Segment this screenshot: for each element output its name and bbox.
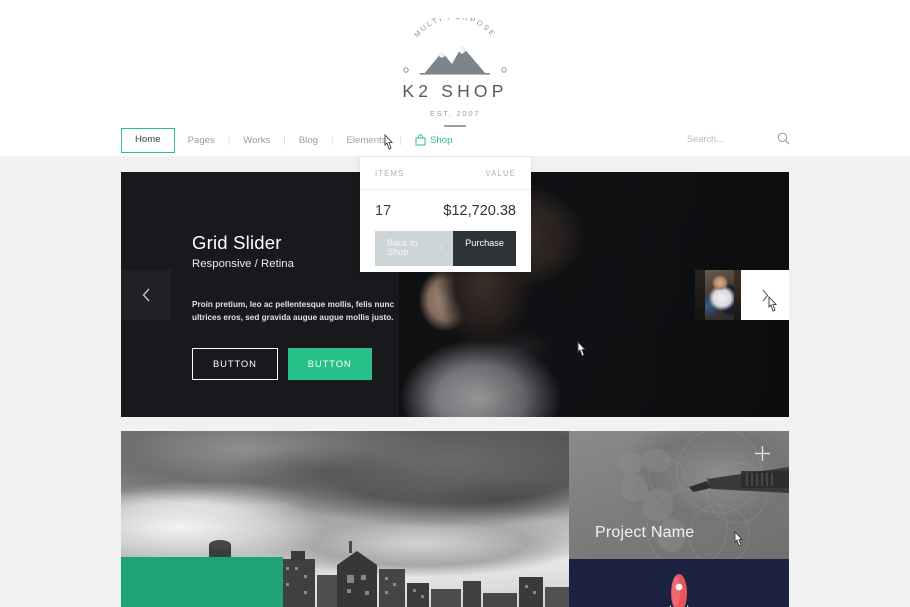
slider-prev-button[interactable]: [121, 270, 171, 320]
slide-button-outline[interactable]: BUTTON: [192, 347, 278, 380]
chevron-left-icon: [142, 288, 149, 302]
nav-item-shop[interactable]: Shop: [402, 134, 452, 146]
nav-item-elements[interactable]: Elements: [334, 135, 400, 146]
cart-total-value: $12,720.38: [443, 203, 516, 219]
cart-dropdown-panel: ITEMS VALUE 17 $12,720.38 Back to Shop ›…: [360, 157, 531, 272]
slide-buttons: BUTTON BUTTON: [192, 347, 452, 380]
page-root: MULTI PURPOSE K2 SHOP EST. 2007 Home Pag…: [0, 0, 910, 607]
cart-items-count: 17: [375, 203, 392, 219]
thumbnail-right-edge: [734, 270, 741, 320]
main-navigation: Home Pages | Works | Blog | Elements | S…: [121, 128, 452, 153]
logo-wordmark: K2 SHOP: [402, 81, 508, 101]
chevron-right-icon: [762, 289, 769, 301]
search-input[interactable]: [687, 133, 747, 144]
svg-text:MULTI PURPOSE: MULTI PURPOSE: [412, 18, 498, 39]
slide-paragraph: Proin pretium, leo ac pellentesque molli…: [192, 300, 395, 323]
shopping-bag-icon: [415, 134, 426, 146]
purchase-button[interactable]: Purchase: [453, 231, 516, 267]
portfolio-grid: Project Name: [121, 431, 789, 607]
search-area: [687, 132, 790, 145]
slider-next-group: [695, 270, 789, 320]
logo-divider: [444, 125, 466, 127]
nav-item-works[interactable]: Works: [230, 135, 283, 146]
back-to-shop-label: Back to Shop: [387, 238, 418, 258]
rocket-illustration[interactable]: [569, 559, 789, 607]
project-tile[interactable]: Project Name: [569, 431, 789, 559]
project-name-label: Project Name: [595, 524, 695, 541]
cart-value-label: VALUE: [485, 168, 516, 178]
cart-items-label: ITEMS: [375, 168, 405, 178]
green-color-block[interactable]: [121, 557, 283, 607]
slide-thumbnail-man-on-sofa[interactable]: [695, 270, 741, 320]
logo-arc-text: MULTI PURPOSE: [412, 18, 496, 39]
slider-next-button[interactable]: [741, 270, 789, 320]
site-logo[interactable]: MULTI PURPOSE K2 SHOP EST. 2007: [0, 18, 910, 127]
cart-summary-row: 17 $12,720.38: [360, 190, 531, 219]
nav-item-pages[interactable]: Pages: [175, 135, 228, 146]
logo-badge: MULTI PURPOSE: [396, 18, 514, 80]
nav-item-home[interactable]: Home: [121, 128, 175, 153]
mountain-icon: MULTI PURPOSE: [403, 18, 507, 75]
chevron-right-icon: ›: [439, 243, 443, 253]
plus-icon[interactable]: [754, 445, 771, 462]
nav-item-blog[interactable]: Blog: [286, 135, 331, 146]
site-header: MULTI PURPOSE K2 SHOP EST. 2007 Home Pag…: [0, 0, 910, 156]
logo-established: EST. 2007: [429, 109, 481, 118]
nav-item-shop-label: Shop: [430, 134, 453, 146]
back-to-shop-button[interactable]: Back to Shop ›: [375, 231, 454, 267]
thumbnail-left-edge: [695, 270, 705, 320]
search-icon[interactable]: [777, 132, 790, 145]
rocket-icon: [669, 574, 689, 607]
cart-actions: Back to Shop › Purchase: [360, 219, 531, 267]
slide-button-primary[interactable]: BUTTON: [287, 347, 372, 380]
cart-panel-header: ITEMS VALUE: [360, 157, 531, 190]
